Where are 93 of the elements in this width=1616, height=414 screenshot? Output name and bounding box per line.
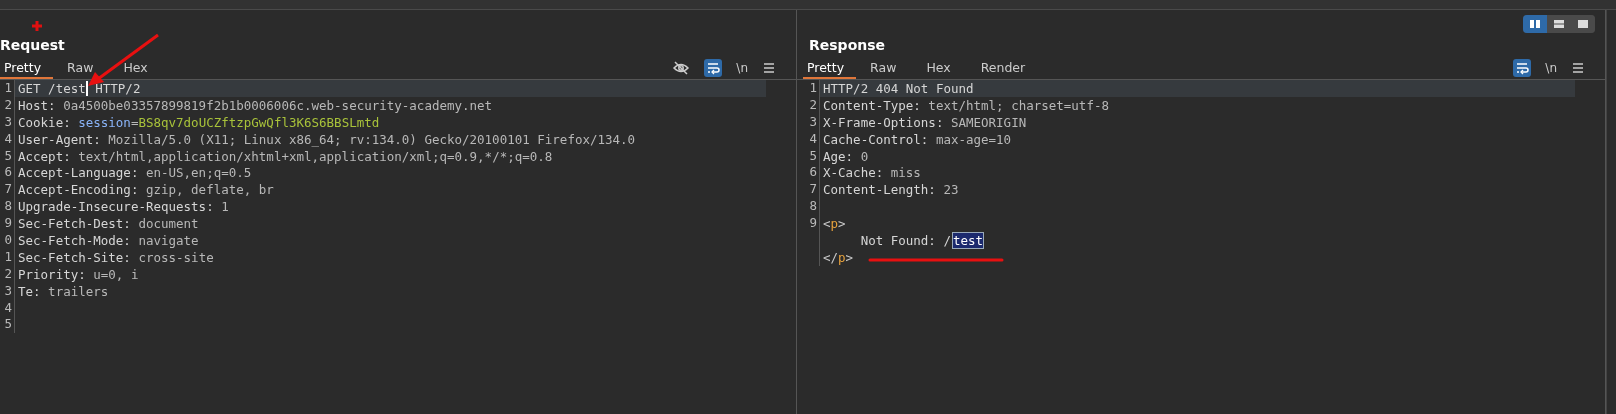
- header-name: Host:: [18, 97, 57, 113]
- html-tag: >: [845, 249, 854, 265]
- code-text: =: [130, 114, 139, 130]
- header-name: Sec-Fetch-Dest:: [18, 216, 132, 232]
- panel-title: Response: [809, 37, 886, 55]
- code-text: HTTP/2: [94, 80, 141, 96]
- header-name: Cookie:: [18, 114, 72, 130]
- code-text: u=0, i: [93, 266, 139, 282]
- header-name: X-Cache:: [823, 165, 885, 181]
- line-number: 5: [797, 147, 820, 165]
- plus-mark: [30, 19, 44, 33]
- html-tag: p: [838, 249, 846, 265]
- line-number: 7: [797, 181, 820, 199]
- editor-tab[interactable]: Hex: [119, 57, 164, 79]
- header-name: Upgrade-Insecure-Requests:: [18, 199, 215, 215]
- selected-text: test: [952, 232, 984, 248]
- line-number: 4: [0, 299, 15, 317]
- code-text: text/html; charset=utf-8: [928, 97, 1109, 113]
- code-text: navigate: [138, 232, 199, 248]
- code-text: session: [78, 114, 131, 130]
- line-number: 4: [0, 130, 15, 148]
- line-number: 6: [0, 164, 15, 182]
- newline-toggle[interactable]: \n: [736, 61, 748, 75]
- header-name: Sec-Fetch-Site:: [18, 249, 132, 265]
- editor-tab[interactable]: Render: [976, 57, 1042, 79]
- html-tag: >: [838, 216, 846, 232]
- header-name: User-Agent:: [18, 131, 102, 147]
- square-icon: [1577, 19, 1589, 29]
- code-text: Not Found: /: [859, 232, 951, 248]
- menu-icon[interactable]: [1571, 61, 1585, 75]
- columns-layout-button[interactable]: [1523, 15, 1547, 33]
- rows-layout-button[interactable]: [1547, 15, 1571, 33]
- line-number: 8: [0, 198, 15, 216]
- line-number: 3: [0, 113, 15, 131]
- line-number: 3: [797, 113, 820, 131]
- line-number: 3: [0, 282, 15, 300]
- editor-tab[interactable]: Raw: [63, 57, 110, 79]
- code-text: BS8qv7doUCZftzpGwQfl3K6S6BBSLmtd: [138, 114, 380, 130]
- newline-toggle[interactable]: \n: [1545, 61, 1557, 75]
- line-number: 9: [797, 215, 820, 232]
- header-name: Accept-Language:: [18, 165, 140, 181]
- line-number: 2: [0, 96, 15, 114]
- line-number: 2: [797, 96, 820, 114]
- text-cursor: [85, 80, 88, 96]
- text-wrap-icon[interactable]: [1513, 59, 1532, 77]
- eye-slash-icon[interactable]: [672, 59, 691, 77]
- line-number: 8: [797, 198, 820, 216]
- code-text: HTTP/2 404 Not Found: [823, 80, 974, 96]
- code-text: 0: [860, 148, 869, 164]
- header-name: Age:: [823, 148, 855, 164]
- code-text: Mozilla/5.0 (X11; Linux x86_64; rv:134.0) Gecko/20100101 Firefox/134.0: [108, 131, 636, 147]
- line-number: 2: [0, 265, 15, 283]
- header-name: Content-Length:: [823, 182, 937, 198]
- header-name: Accept:: [18, 148, 72, 164]
- line-number: 1: [0, 248, 15, 266]
- line-number: 0: [0, 232, 15, 249]
- code-text: document: [138, 216, 199, 232]
- rows-icon: [1553, 19, 1565, 29]
- line-number: 6: [797, 164, 820, 182]
- code-text: gzip, deflate, br: [145, 182, 274, 198]
- line-number: 7: [0, 181, 15, 199]
- code-text: en-US,en;q=0.5: [145, 165, 252, 181]
- header-name: Te:: [18, 283, 42, 299]
- html-tag: <: [823, 216, 831, 232]
- text-wrap-icon[interactable]: [704, 59, 723, 77]
- header-name: X-Frame-Options:: [823, 114, 945, 130]
- line-number: 9: [0, 215, 15, 232]
- code-text: miss: [890, 165, 921, 181]
- code-text: GET /test: [18, 80, 86, 96]
- editor-tab[interactable]: Raw: [866, 57, 913, 79]
- header-name: Priority:: [18, 266, 87, 282]
- single-layout-button[interactable]: [1571, 15, 1595, 33]
- code-text: cross-site: [138, 249, 214, 265]
- panel-title: Request: [0, 37, 65, 55]
- code-text: 23: [943, 182, 959, 198]
- line-number: 5: [0, 147, 15, 165]
- line-number: 5: [0, 316, 15, 334]
- header-name: Sec-Fetch-Mode:: [18, 232, 132, 248]
- line-number: 4: [797, 130, 820, 148]
- html-tag: </: [823, 249, 839, 265]
- header-name: Cache-Control:: [823, 131, 930, 147]
- code-text: trailers: [48, 283, 109, 299]
- header-name: Content-Type:: [823, 97, 922, 113]
- code-text: SAMEORIGIN: [950, 114, 1027, 130]
- header-name: Accept-Encoding:: [18, 182, 140, 198]
- code-text: max-age=10: [935, 131, 1012, 147]
- html-tag: p: [830, 216, 839, 232]
- code-text: 0a4500be03357899819f2b1b0006006c.web-security-academy.net: [63, 97, 493, 113]
- menu-icon[interactable]: [762, 61, 776, 75]
- code-text: 1: [221, 199, 229, 215]
- editor-tab[interactable]: Hex: [922, 57, 967, 79]
- code-text: text/html,application/xhtml+xml,application/xml;q=0.9,*/*;q=0.8: [78, 148, 553, 164]
- columns-icon: [1529, 19, 1541, 29]
